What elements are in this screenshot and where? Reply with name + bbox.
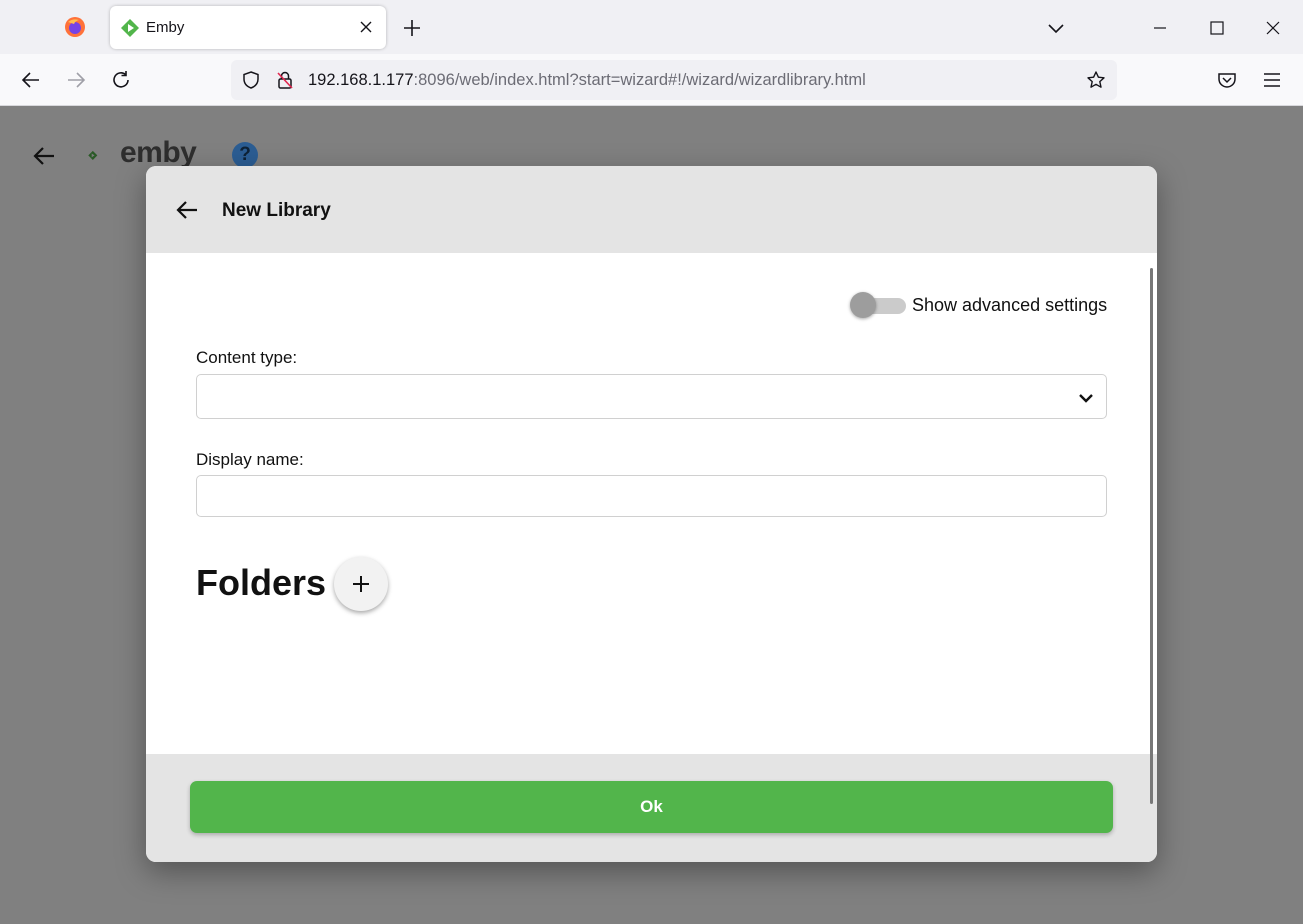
folders-heading: Folders [196, 562, 327, 603]
advanced-settings-toggle[interactable]: Show advanced settings [850, 292, 1110, 320]
firefox-icon[interactable] [64, 16, 86, 38]
forward-icon[interactable] [64, 68, 88, 92]
url-path: :8096/web/index.html?start=wizard#!/wiza… [413, 71, 866, 89]
emby-logo-icon [88, 150, 98, 160]
new-tab-icon[interactable] [400, 16, 424, 40]
reload-icon[interactable] [109, 68, 133, 92]
browser-tabbar: Emby [0, 0, 1303, 54]
url-host: 192.168.1.177 [308, 71, 414, 89]
display-name-input[interactable] [196, 475, 1107, 517]
page-back-icon[interactable] [30, 142, 58, 170]
browser-navbar: 192.168.1.177:8096/web/index.html?start=… [0, 54, 1303, 106]
dialog-scrollbar[interactable] [1150, 268, 1153, 804]
emby-favicon-icon [121, 19, 139, 37]
back-icon[interactable] [19, 68, 43, 92]
bookmark-star-icon[interactable] [1086, 70, 1106, 90]
shield-icon[interactable] [241, 70, 261, 90]
url-text[interactable]: 192.168.1.177:8096/web/index.html?start=… [308, 71, 866, 90]
help-icon[interactable]: ? [232, 142, 258, 168]
pocket-icon[interactable] [1215, 68, 1239, 92]
maximize-icon[interactable] [1203, 14, 1231, 42]
tab-title: Emby [146, 19, 185, 36]
chevron-down-icon [1079, 394, 1093, 403]
plus-icon [353, 576, 369, 592]
display-name-label: Display name: [196, 450, 304, 469]
close-window-icon[interactable] [1259, 14, 1287, 42]
dialog-footer: Ok [146, 754, 1157, 862]
insecure-lock-icon[interactable] [275, 70, 295, 90]
minimize-icon[interactable] [1146, 14, 1174, 42]
dialog-title: New Library [222, 200, 331, 221]
content-type-label: Content type: [196, 348, 298, 367]
address-bar[interactable]: 192.168.1.177:8096/web/index.html?start=… [231, 60, 1117, 100]
dialog-header: New Library [146, 166, 1157, 253]
menu-icon[interactable] [1260, 68, 1284, 92]
ok-button[interactable]: Ok [190, 781, 1113, 833]
content-type-select[interactable] [196, 374, 1107, 419]
close-tab-icon[interactable] [358, 19, 374, 35]
toggle-knob[interactable] [850, 292, 876, 318]
new-library-dialog: New Library Show advanced settings Conte… [146, 166, 1157, 862]
tab-list-chevron-icon[interactable] [1042, 14, 1070, 42]
dialog-back-icon[interactable] [174, 197, 200, 223]
advanced-settings-label: Show advanced settings [912, 295, 1108, 315]
emby-logo-text: emby [120, 136, 197, 169]
browser-tab-emby[interactable]: Emby [110, 6, 386, 49]
add-folder-button[interactable] [334, 557, 388, 611]
